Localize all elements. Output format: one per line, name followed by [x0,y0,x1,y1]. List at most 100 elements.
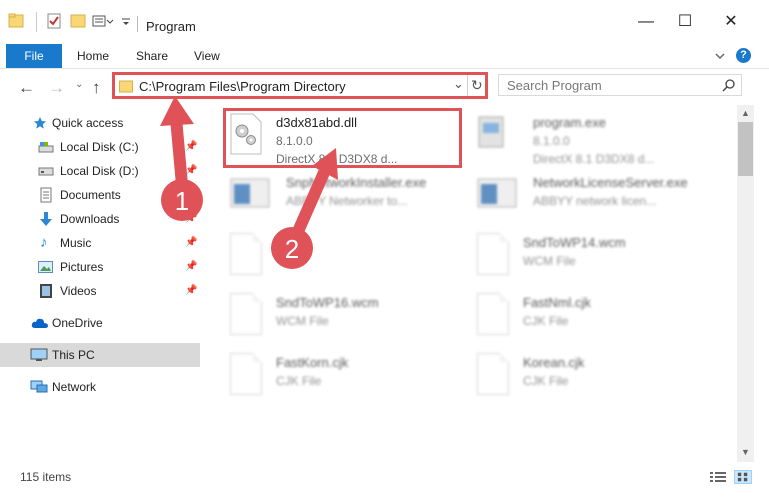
sidebar-item-label: Pictures [60,260,104,274]
vertical-scrollbar[interactable]: ▲ ▼ [737,105,754,462]
divider [36,12,37,32]
file-type: CJK File [276,374,322,388]
file-version: 8.1.0.0 [533,134,570,148]
window-app-icon [230,178,270,208]
file-name: FastKorn.cjk [276,355,349,370]
tab-home[interactable]: Home [77,44,109,68]
help-icon[interactable]: ? [736,48,751,63]
new-folder-icon[interactable] [70,12,86,30]
sidebar-item-onedrive[interactable]: OneDrive [0,311,200,335]
search-icon[interactable] [722,79,735,92]
close-button[interactable]: ✕ [722,13,740,31]
sidebar-item-label: Videos [60,284,97,298]
file-type: WCM File [523,254,576,268]
pin-icon[interactable]: 📌 [185,237,197,248]
file-icon [477,233,509,275]
status-bar: 115 items [0,462,769,498]
file-item-korean-cjk[interactable]: Korean.cjk CJK File [455,353,695,409]
sidebar-item-pictures[interactable]: Pictures 📌 [0,255,200,279]
file-name: Korean.cjk [523,355,585,370]
search-box[interactable]: Search Program [498,74,742,96]
documents-icon [40,187,52,203]
address-path[interactable]: C:\Program Files\Program Directory [139,79,346,94]
sidebar-item-this-pc[interactable]: This PC [0,343,200,367]
chevron-down-icon[interactable] [714,51,726,61]
forward-arrow-icon[interactable]: → [48,78,65,98]
file-list: d3dx81abd.dll 8.1.0.0 DirectX 8.1 D3DX8 … [207,105,737,462]
star-icon [34,117,46,129]
sidebar-item-network[interactable]: Network [0,375,200,399]
folder-icon[interactable] [8,12,24,30]
window-app-icon [477,178,517,208]
customize-toolbar-icon[interactable] [121,12,131,30]
sidebar-item-label: Local Disk (C:) [60,140,139,154]
sidebar-item-label: OneDrive [52,316,103,330]
download-icon [40,212,52,226]
tab-file[interactable]: File [6,44,62,68]
folder-icon [119,80,133,93]
minimize-button[interactable]: — [637,13,655,31]
file-item-program-exe[interactable]: program.exe 8.1.0.0 DirectX 8.1 D3DX8 d.… [455,113,695,169]
file-name: NetworkLicenseServer.exe [533,175,688,190]
tab-share[interactable]: Share [136,44,168,68]
file-description: ABBYY network licen... [533,194,657,208]
navigation-bar: ← → ⌄ ↑ C:\Program Files\Program Directo… [0,69,769,105]
file-item-fastkorn-cjk[interactable]: FastKorn.cjk CJK File [208,353,448,409]
properties-icon[interactable] [46,12,62,30]
network-icon [30,380,48,393]
file-item-fastnml-cjk[interactable]: FastNml.cjk CJK File [455,293,695,349]
file-item[interactable] [208,233,448,289]
address-dropdown-icon[interactable]: ⌄ [453,76,464,92]
sidebar-item-label: Downloads [60,212,120,226]
pin-icon[interactable]: 📌 [185,285,197,296]
music-icon: ♪ [40,234,48,251]
file-item-installer-exe[interactable]: SnpNetworkInstaller.exe ABBYY Networker … [208,173,448,229]
sidebar-item-label: Documents [60,188,121,202]
pin-icon[interactable]: 📌 [185,165,197,176]
file-icon [477,293,509,335]
details-view-icon[interactable] [709,470,727,484]
scroll-thumb[interactable] [738,122,753,176]
window-title: Program [146,19,196,34]
back-arrow-icon[interactable]: ← [18,78,35,98]
sidebar-item-local-disk-c[interactable]: Local Disk (C:) 📌 [0,135,200,159]
pin-icon[interactable]: 📌 [185,261,197,272]
file-description: DirectX 8.1 D3DX8 d... [533,152,655,166]
tiles-view-icon[interactable] [734,470,752,484]
file-icon [230,233,262,275]
cloud-icon [31,318,48,328]
maximize-button[interactable]: ☐ [676,13,694,31]
scroll-up-icon[interactable]: ▲ [741,108,750,118]
file-icon [230,293,262,335]
up-arrow-icon[interactable]: ↑ [92,78,101,98]
title-bar: Program — ☐ ✕ [0,0,769,44]
scroll-down-icon[interactable]: ▼ [741,447,750,457]
sidebar-item-label: Local Disk (D:) [60,164,139,178]
sidebar-item-music[interactable]: ♪ Music 📌 [0,231,200,255]
sidebar-item-quick-access[interactable]: Quick access [0,111,200,135]
sidebar-item-label: Music [60,236,92,250]
recent-locations-icon[interactable]: ⌄ [75,79,83,90]
videos-icon [40,284,52,298]
divider [137,16,138,32]
address-bar[interactable]: C:\Program Files\Program Directory ⌄ ↻ [112,72,488,99]
file-name: SnpNetworkInstaller.exe [286,175,427,190]
search-input[interactable]: Search Program [507,78,602,93]
file-description: ABBYY Networker to... [286,194,408,208]
refresh-icon[interactable]: ↻ [471,77,483,94]
view-options-icon[interactable] [92,12,114,30]
file-type: CJK File [523,374,569,388]
tab-view[interactable]: View [194,44,220,68]
file-item-license-server-exe[interactable]: NetworkLicenseServer.exe ABBYY network l… [455,173,695,229]
file-item-sndtowp16-wcm[interactable]: SndToWP16.wcm WCM File [208,293,448,349]
divider [467,75,468,96]
navigation-pane: Quick access Local Disk (C:) 📌 Local Dis… [0,105,207,462]
pin-icon[interactable]: 📌 [185,141,197,152]
sidebar-item-local-disk-d[interactable]: Local Disk (D:) 📌 [0,159,200,183]
highlight-box [223,108,462,168]
file-item-sndtowp14-wcm[interactable]: SndToWP14.wcm WCM File [455,233,695,289]
file-name: SndToWP14.wcm [523,235,626,250]
computer-icon [30,348,48,361]
file-type: WCM File [276,314,329,328]
sidebar-item-videos[interactable]: Videos 📌 [0,279,200,303]
